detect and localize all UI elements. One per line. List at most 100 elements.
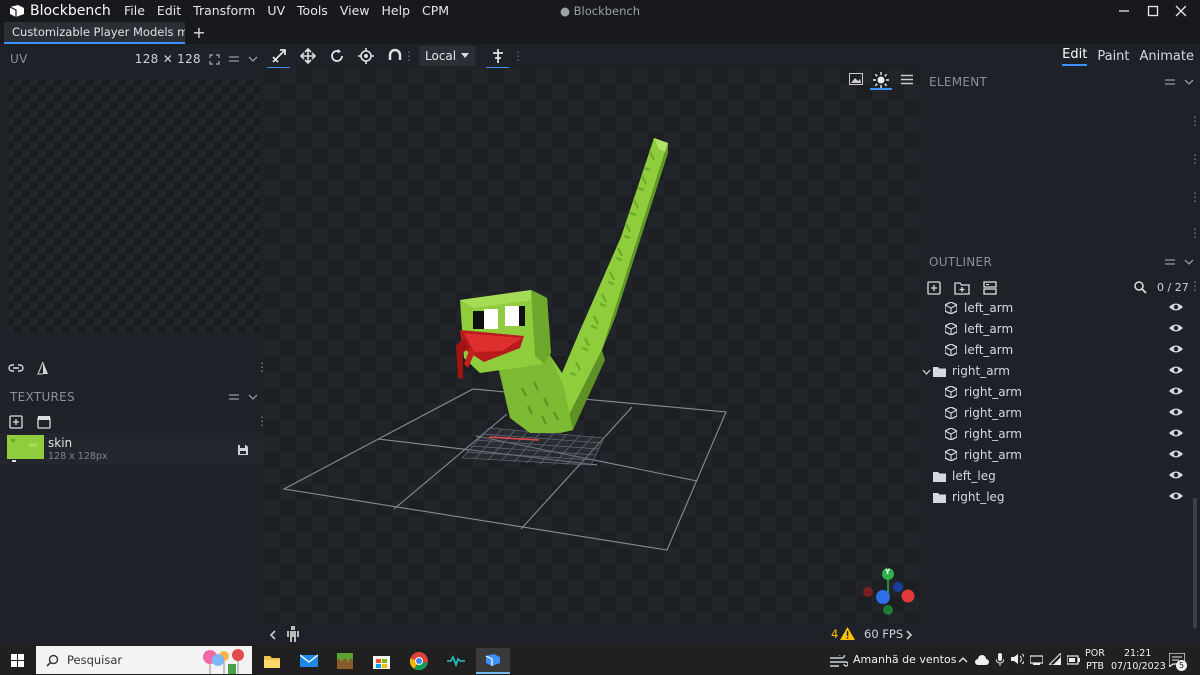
outliner-cube[interactable]: right_arm [919, 403, 1193, 424]
chevron-down-icon[interactable] [1184, 78, 1194, 86]
wifi-icon[interactable] [1049, 653, 1061, 665]
chevron-up-icon[interactable] [958, 656, 968, 663]
close-window-button[interactable] [1162, 0, 1200, 22]
speaker-icon[interactable] [1011, 653, 1024, 665]
search-icon[interactable] [1134, 281, 1147, 294]
taskbar-minecraft[interactable] [329, 648, 361, 674]
collapse-groups-icon[interactable] [983, 281, 997, 295]
eye-icon[interactable] [1169, 470, 1183, 480]
outliner-group[interactable]: right_leg [919, 487, 1193, 508]
windows-start-icon[interactable] [11, 654, 24, 667]
tab-project[interactable]: Customizable Player Models m [4, 22, 185, 44]
taskbar-search[interactable]: Pesquisar [36, 646, 252, 674]
mode-paint[interactable]: Paint [1097, 49, 1129, 64]
cloud-icon[interactable] [975, 655, 989, 665]
pivot-tool-button[interactable] [351, 44, 380, 68]
eye-icon[interactable] [1169, 386, 1183, 396]
language-top[interactable]: POR [1085, 648, 1105, 659]
transform-space-select[interactable]: Local [419, 46, 476, 66]
add-texture-icon[interactable] [9, 415, 23, 429]
3d-viewport[interactable]: Y [264, 68, 919, 624]
outliner-scrollbar[interactable] [1193, 498, 1197, 628]
outliner-cube[interactable]: right_arm [919, 445, 1193, 466]
magnet-icon [388, 48, 401, 60]
mode-animate[interactable]: Animate [1140, 49, 1194, 64]
menu-icon[interactable] [1164, 77, 1176, 87]
grid-snap-button[interactable] [483, 44, 512, 69]
menu-edit[interactable]: Edit [151, 0, 187, 22]
uv-canvas[interactable] [6, 78, 260, 332]
vertex-snap-button[interactable] [380, 44, 409, 68]
taskbar-mail[interactable] [293, 648, 325, 674]
rotate-tool-button[interactable] [322, 44, 351, 68]
new-tab-button[interactable]: + [191, 24, 207, 42]
menu-icon[interactable] [228, 54, 240, 64]
chevron-down-icon[interactable] [248, 393, 258, 401]
taskbar-store[interactable] [365, 648, 397, 674]
mode-edit[interactable]: Edit [1062, 46, 1088, 66]
eye-icon[interactable] [1169, 449, 1183, 459]
eye-icon[interactable] [1169, 365, 1183, 375]
language-bottom[interactable]: PTB [1086, 661, 1104, 672]
add-group-icon[interactable] [954, 281, 970, 295]
outliner-cube[interactable]: left_arm [919, 319, 1193, 340]
menu-cpm[interactable]: CPM [416, 0, 455, 22]
move-tool-button[interactable] [264, 44, 293, 69]
clock-date[interactable]: 07/10/2023 [1111, 661, 1166, 672]
texture-item-skin[interactable]: skin 128 x 128px [0, 433, 264, 465]
menu-icon[interactable] [228, 392, 240, 402]
microphone-icon[interactable] [996, 653, 1004, 666]
chevron-down-icon[interactable] [1184, 258, 1194, 266]
eye-icon[interactable] [1169, 491, 1183, 501]
more-icon[interactable]: ⋮ [1189, 190, 1200, 204]
pan-tool-button[interactable] [293, 44, 322, 68]
menu-help[interactable]: Help [376, 0, 417, 22]
uv-size[interactable]: 128 ✕ 128 [135, 52, 201, 66]
more-icon[interactable]: ⋮ [512, 49, 524, 63]
battery-icon[interactable] [1067, 654, 1080, 666]
more-icon[interactable]: ⋮ [1189, 279, 1200, 293]
eye-icon[interactable] [1169, 407, 1183, 417]
chevron-down-icon[interactable] [248, 55, 258, 63]
save-icon[interactable] [237, 444, 249, 456]
mirror-icon[interactable] [37, 361, 49, 375]
taskbar-chrome[interactable] [403, 648, 435, 674]
orientation-gizmo[interactable]: Y [858, 564, 918, 620]
menu-tools[interactable]: Tools [291, 0, 334, 22]
clock-time[interactable]: 21:21 [1124, 648, 1151, 659]
weather-text[interactable]: Amanhã de ventos [853, 653, 956, 666]
outliner-cube[interactable]: left_arm [919, 298, 1193, 319]
more-icon[interactable]: ⋮ [1189, 152, 1200, 166]
chevron-left-icon[interactable] [269, 630, 277, 640]
menu-transform[interactable]: Transform [187, 0, 261, 22]
outliner-cube[interactable]: left_arm [919, 340, 1193, 361]
add-cube-icon[interactable] [927, 281, 941, 295]
outliner-group[interactable]: left_leg [919, 466, 1193, 487]
taskbar-blockbench[interactable] [476, 648, 510, 674]
import-texture-icon[interactable] [37, 415, 51, 429]
fullscreen-icon[interactable] [209, 53, 220, 65]
grass-block-icon [337, 653, 353, 669]
outliner-group[interactable]: right_arm [919, 361, 1193, 382]
eye-icon[interactable] [1169, 428, 1183, 438]
player-figure-icon[interactable] [287, 626, 299, 642]
chevron-down-icon[interactable] [922, 369, 931, 375]
menu-uv[interactable]: UV [261, 0, 291, 22]
chevron-right-icon[interactable] [905, 630, 913, 640]
menu-file[interactable]: File [118, 0, 151, 22]
eye-icon[interactable] [1169, 302, 1183, 312]
taskbar-file-explorer[interactable] [256, 648, 288, 674]
menu-view[interactable]: View [334, 0, 376, 22]
outliner-cube[interactable]: right_arm [919, 382, 1193, 403]
outliner-cube[interactable]: right_arm [919, 424, 1193, 445]
menu-icon[interactable] [1164, 257, 1176, 267]
taskbar-app[interactable] [440, 648, 472, 674]
network-icon[interactable] [1030, 654, 1043, 665]
eye-icon[interactable] [1169, 323, 1183, 333]
warning-icon[interactable] [840, 627, 855, 640]
link-icon[interactable] [8, 362, 24, 374]
more-icon[interactable]: ⋮ [1189, 226, 1200, 240]
gizmo-y-label: Y [885, 568, 891, 576]
eye-icon[interactable] [1169, 344, 1183, 354]
more-icon[interactable]: ⋮ [1189, 114, 1200, 128]
